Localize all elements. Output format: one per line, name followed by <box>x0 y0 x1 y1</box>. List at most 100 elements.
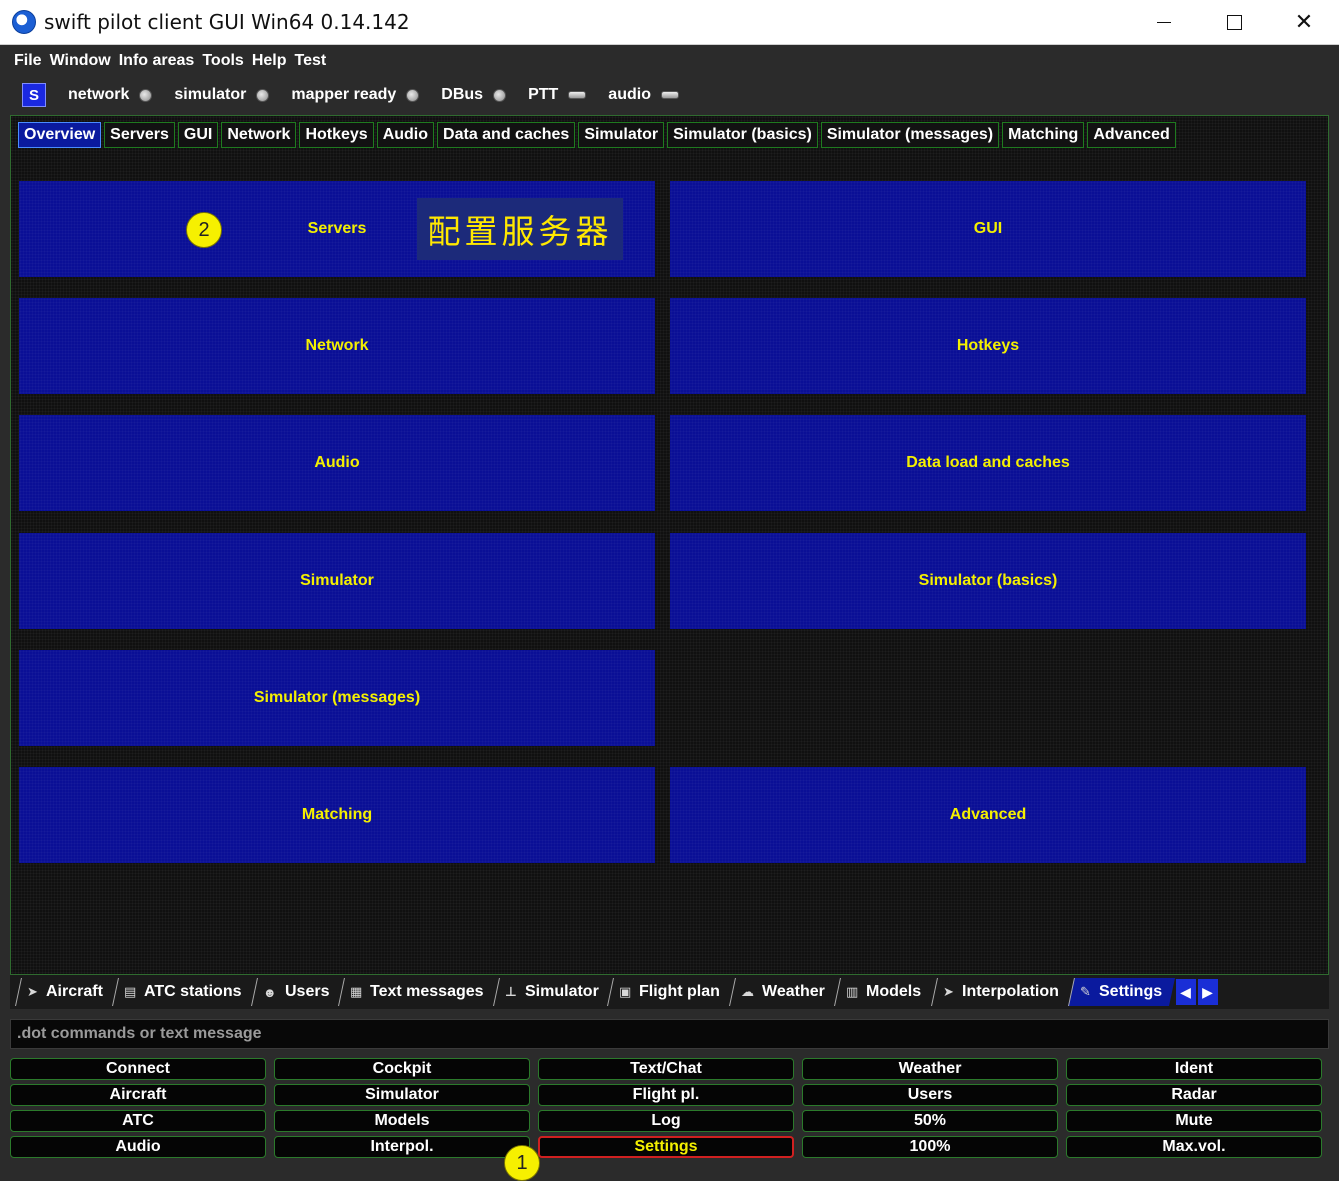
aircraft-button[interactable]: Aircraft <box>10 1084 266 1106</box>
minimize-button[interactable] <box>1129 0 1199 44</box>
message-icon: ▦ <box>349 984 363 999</box>
tab-servers[interactable]: Servers <box>104 122 175 148</box>
menu-test[interactable]: Test <box>294 52 326 70</box>
tile-simulator-basics[interactable]: Simulator (basics) <box>670 533 1306 629</box>
models-icon: ▥ <box>846 984 859 999</box>
audio-button[interactable]: Audio <box>10 1136 266 1158</box>
command-input[interactable] <box>10 1019 1329 1049</box>
tab-gui[interactable]: GUI <box>177 122 219 148</box>
network-led-icon <box>139 88 153 102</box>
menu-tools[interactable]: Tools <box>202 52 243 70</box>
status-ptt-label: PTT <box>528 86 559 103</box>
tile-simulator-label: Simulator <box>300 572 374 589</box>
dock-tab-label: Models <box>866 983 922 1000</box>
joystick-icon: ⊥ <box>504 984 517 999</box>
text-chat-button[interactable]: Text/Chat <box>538 1058 794 1080</box>
volume-100-button[interactable]: 100% <box>802 1136 1058 1158</box>
dock-scroll-arrows: ◀ ▶ <box>1175 979 1220 1005</box>
menu-file[interactable]: File <box>14 52 42 70</box>
tile-advanced[interactable]: Advanced <box>670 767 1306 863</box>
close-button[interactable]: ✕ <box>1269 0 1339 44</box>
tile-audio[interactable]: Audio <box>19 415 655 511</box>
tile-network[interactable]: Network <box>19 298 655 394</box>
tab-data-and-caches[interactable]: Data and caches <box>437 122 576 148</box>
dock-tab-label: Weather <box>762 983 826 1000</box>
connect-button[interactable]: Connect <box>10 1058 266 1080</box>
tile-simulator-messages[interactable]: Simulator (messages) <box>19 650 655 746</box>
tab-simulator[interactable]: Simulator <box>578 122 665 148</box>
dock-tab-aircraft[interactable]: ➤ Aircraft <box>15 978 116 1006</box>
log-button[interactable]: Log <box>538 1110 794 1132</box>
tab-hotkeys[interactable]: Hotkeys <box>299 122 374 148</box>
users-icon: ☻ <box>262 984 277 1000</box>
tile-audio-label: Audio <box>314 454 360 471</box>
window-controls: ✕ <box>1129 0 1339 44</box>
tab-audio[interactable]: Audio <box>376 122 435 148</box>
plane-icon: ➤ <box>942 984 954 999</box>
plane-icon: ➤ <box>27 984 38 999</box>
weather-button[interactable]: Weather <box>802 1058 1058 1080</box>
tile-advanced-label: Advanced <box>949 806 1027 823</box>
window-title: swift pilot client GUI Win64 0.14.142 <box>44 10 410 34</box>
tile-simulator[interactable]: Simulator <box>19 533 655 629</box>
tab-overview[interactable]: Overview <box>18 122 102 148</box>
tile-simulator-messages-label: Simulator (messages) <box>253 689 421 706</box>
maximize-button[interactable] <box>1199 0 1269 44</box>
dock-tab-interpolation[interactable]: ➤ Interpolation <box>930 978 1072 1006</box>
tab-simulator-basics[interactable]: Simulator (basics) <box>667 122 818 148</box>
simulator-button[interactable]: Simulator <box>274 1084 530 1106</box>
tile-network-label: Network <box>305 337 369 354</box>
flight-plan-button[interactable]: Flight pl. <box>538 1084 794 1106</box>
tab-advanced[interactable]: Advanced <box>1087 122 1176 148</box>
tile-matching[interactable]: Matching <box>19 767 655 863</box>
cockpit-button[interactable]: Cockpit <box>274 1058 530 1080</box>
menu-help[interactable]: Help <box>252 52 287 70</box>
tile-hotkeys[interactable]: Hotkeys <box>670 298 1306 394</box>
dock-tab-atc-stations[interactable]: ▤ ATC stations <box>111 978 255 1006</box>
dock-tab-users[interactable]: ☻ Users <box>250 978 342 1006</box>
mute-button[interactable]: Mute <box>1066 1110 1322 1132</box>
weather-icon: ☁ <box>741 984 755 999</box>
tile-data-load-and-caches[interactable]: Data load and caches <box>670 415 1306 511</box>
maximize-icon <box>1226 14 1242 30</box>
dock-tab-label: Flight plan <box>639 983 721 1000</box>
max-volume-button[interactable]: Max.vol. <box>1066 1136 1322 1158</box>
dock-tab-settings[interactable]: ✎ Settings <box>1067 978 1175 1006</box>
dock-tab-label: Text messages <box>370 983 484 1000</box>
dock-tab-models[interactable]: ▥ Models <box>834 978 935 1006</box>
scroll-left-button[interactable]: ◀ <box>1175 979 1196 1005</box>
dbus-led-icon <box>493 88 507 102</box>
status-dbus-label: DBus <box>441 86 484 103</box>
volume-50-button[interactable]: 50% <box>802 1110 1058 1132</box>
dock-tab-weather[interactable]: ☁ Weather <box>729 978 839 1006</box>
ptt-indicator-icon <box>568 91 587 99</box>
radar-button[interactable]: Radar <box>1066 1084 1322 1106</box>
status-network-label: network <box>68 86 130 103</box>
dock-tab-simulator[interactable]: ⊥ Simulator <box>492 978 612 1006</box>
tab-simulator-messages[interactable]: Simulator (messages) <box>820 122 1000 148</box>
atc-button[interactable]: ATC <box>10 1110 266 1132</box>
dock-tab-label: Users <box>284 983 329 1000</box>
dock-tab-label: Settings <box>1098 983 1162 1000</box>
tab-matching[interactable]: Matching <box>1002 122 1085 148</box>
tile-simulator-basics-label: Simulator (basics) <box>918 572 1058 589</box>
settings-button[interactable]: Settings <box>538 1136 794 1158</box>
tile-servers-label: Servers <box>307 220 367 237</box>
chevron-right-icon: ▶ <box>1202 983 1213 1000</box>
ident-button[interactable]: Ident <box>1066 1058 1322 1080</box>
tab-network[interactable]: Network <box>221 122 297 148</box>
tile-gui[interactable]: GUI <box>670 181 1306 277</box>
dock-tab-label: Interpolation <box>961 983 1059 1000</box>
menu-info-areas[interactable]: Info areas <box>119 52 195 70</box>
dock-tab-flight-plan[interactable]: ▣ Flight plan <box>607 978 734 1006</box>
users-button[interactable]: Users <box>802 1084 1058 1106</box>
wrench-icon: ✎ <box>1079 984 1091 999</box>
interpolation-button[interactable]: Interpol. <box>274 1136 530 1158</box>
swift-badge[interactable]: S <box>22 83 46 107</box>
dock-tabbar: ➤ Aircraft ▤ ATC stations ☻ Users ▦ Text mes… <box>10 975 1329 1009</box>
scroll-right-button[interactable]: ▶ <box>1197 979 1218 1005</box>
dock-tab-text-messages[interactable]: ▦ Text messages <box>337 978 497 1006</box>
menu-window[interactable]: Window <box>50 52 111 70</box>
models-button[interactable]: Models <box>274 1110 530 1132</box>
chevron-left-icon: ◀ <box>1180 983 1191 1000</box>
